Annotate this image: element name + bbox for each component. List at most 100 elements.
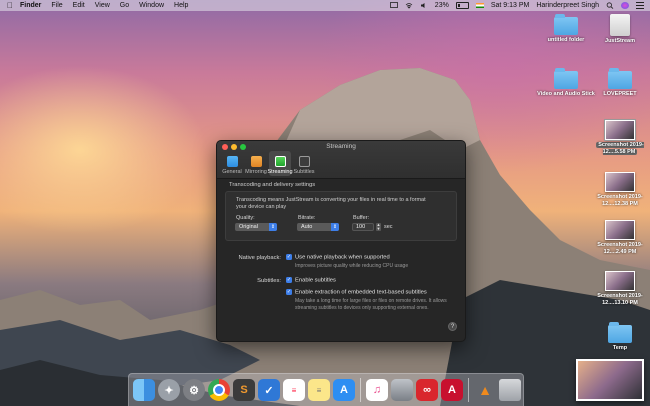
spotlight-icon[interactable] bbox=[606, 2, 614, 9]
desktop-icon-label: JustStream bbox=[605, 38, 635, 44]
desktop-icon-temp[interactable]: Temp bbox=[590, 322, 650, 352]
checkmark-icon[interactable]: ✓ bbox=[286, 254, 292, 260]
subtitles-icon bbox=[298, 156, 310, 167]
desktop-icon-label: Screenshot 2019-12....2.49 PM bbox=[597, 242, 643, 255]
tab-general[interactable]: General bbox=[221, 151, 243, 176]
dock-separator bbox=[360, 378, 361, 402]
desktop-icon-label: Screenshot 2019-12....5.58 PM bbox=[596, 142, 644, 155]
quality-label: Quality: bbox=[236, 215, 255, 221]
subtitles-label: Subtitles: bbox=[257, 278, 281, 284]
battery-percent: 23% bbox=[434, 2, 449, 9]
chevron-updown-icon: ⇕ bbox=[269, 223, 277, 231]
dock-app-store-icon[interactable]: A bbox=[333, 379, 355, 401]
screenshot-preview-thumbnail[interactable] bbox=[576, 359, 644, 401]
desktop-icon-screenshot-4[interactable]: Screenshot 2019-12....13.10 PM bbox=[590, 271, 650, 306]
buffer-stepper[interactable]: ▲ ▼ bbox=[376, 223, 381, 231]
desktop-icon-label: untitled folder bbox=[547, 37, 585, 43]
menu-edit[interactable]: Edit bbox=[73, 2, 85, 9]
transcoding-section-title: Transcoding and delivery settings bbox=[229, 182, 316, 188]
dock-separator bbox=[468, 378, 469, 402]
window-titlebar[interactable]: Streaming General Mirroring Streaming Su… bbox=[217, 141, 465, 179]
quality-value: Original bbox=[239, 224, 258, 230]
mirroring-icon bbox=[250, 156, 262, 167]
enable-subtitles-option[interactable]: ✓ Enable subtitles bbox=[286, 277, 336, 284]
bitrate-value: Auto bbox=[301, 224, 313, 230]
desktop-icon-screenshot-1[interactable]: Screenshot 2019-12....5.58 PM bbox=[590, 119, 650, 155]
desktop-icon-label: LOVEPREET bbox=[603, 91, 637, 97]
buffer-label: Buffer: bbox=[353, 215, 370, 221]
window-title: Streaming bbox=[326, 143, 356, 150]
dock-finder-icon[interactable] bbox=[133, 379, 155, 401]
desktop-icon-label: Video and Audio Stick bbox=[537, 91, 595, 97]
menu-view[interactable]: View bbox=[95, 2, 110, 9]
native-playback-label: Native playback: bbox=[238, 255, 281, 261]
notification-center-icon[interactable] bbox=[636, 2, 644, 9]
general-icon bbox=[226, 156, 238, 167]
apple-menu-icon[interactable]:  bbox=[6, 1, 14, 10]
checkmark-icon[interactable]: ✓ bbox=[286, 277, 292, 283]
dock: ✦ ⚙ S ✓ ≡ ≡ A ♫ ∞ A ▲ bbox=[128, 373, 524, 406]
help-button[interactable]: ? bbox=[448, 322, 457, 331]
desktop-icon-video-audio-stick[interactable]: Video and Audio Stick bbox=[536, 68, 596, 98]
menu-app-name[interactable]: Finder bbox=[20, 2, 41, 9]
menu-file[interactable]: File bbox=[51, 2, 62, 9]
extract-embedded-subtitles-option[interactable]: ✓ Enable extraction of embedded text-base… bbox=[286, 289, 427, 296]
folder-icon bbox=[554, 14, 578, 35]
desktop-icon-label: Screenshot 2019-12....13.10 PM bbox=[597, 293, 643, 306]
dock-chrome-icon[interactable] bbox=[208, 379, 230, 401]
dock-vlc-icon[interactable]: ▲ bbox=[474, 379, 496, 401]
streaming-icon bbox=[274, 156, 286, 167]
desktop-icon-untitled-folder[interactable]: untitled folder bbox=[536, 14, 596, 44]
tab-streaming[interactable]: Streaming bbox=[267, 151, 293, 176]
dock-sublime-text-icon[interactable]: S bbox=[233, 379, 255, 401]
desktop-icon-screenshot-2[interactable]: Screenshot 2019-12....12.38 PM bbox=[590, 172, 650, 207]
battery-icon[interactable] bbox=[455, 2, 469, 9]
chevron-updown-icon: ⇕ bbox=[331, 223, 339, 231]
dock-acrobat-icon[interactable]: A bbox=[441, 379, 463, 401]
menubar-clock[interactable]: Sat 9:13 PM bbox=[491, 2, 530, 9]
transcoding-settings-box: Transcoding means JustStream is converti… bbox=[225, 191, 457, 241]
wifi-icon[interactable] bbox=[405, 2, 413, 9]
enable-subtitles-text: Enable subtitles bbox=[295, 277, 336, 284]
dock-system-preferences-icon[interactable]: ⚙ bbox=[183, 379, 205, 401]
checkmark-icon[interactable]: ✓ bbox=[286, 289, 292, 295]
bitrate-select[interactable]: Auto ⇕ bbox=[297, 223, 339, 231]
flag-icon[interactable] bbox=[475, 3, 484, 8]
native-playback-option[interactable]: ✓ Use native playback when supported bbox=[286, 254, 390, 261]
desktop-icon-screenshot-3[interactable]: Screenshot 2019-12....2.49 PM bbox=[590, 220, 650, 255]
menubar-user[interactable]: Harinderpreet Singh bbox=[536, 2, 599, 9]
dock-trash-icon[interactable] bbox=[499, 379, 521, 401]
buffer-unit: sec bbox=[384, 224, 393, 230]
dock-launchpad-icon[interactable]: ✦ bbox=[158, 379, 180, 401]
dock-itunes-icon[interactable]: ♫ bbox=[366, 379, 388, 401]
preferences-tabs: General Mirroring Streaming Subtitles bbox=[221, 151, 315, 176]
quality-select[interactable]: Original ⇕ bbox=[235, 223, 277, 231]
menu-extras: 23% Sat 9:13 PM Harinderpreet Singh bbox=[389, 0, 644, 11]
tab-label: Streaming bbox=[267, 169, 293, 175]
streaming-preferences-window: Streaming General Mirroring Streaming Su… bbox=[216, 140, 466, 342]
dock-creative-cloud-icon[interactable]: ∞ bbox=[416, 379, 438, 401]
native-playback-text: Use native playback when supported bbox=[295, 254, 390, 261]
dock-wunderlist-icon[interactable]: ✓ bbox=[258, 379, 280, 401]
tab-mirroring[interactable]: Mirroring bbox=[245, 151, 267, 176]
folder-icon bbox=[608, 68, 632, 89]
transcoding-description: Transcoding means JustStream is converti… bbox=[236, 197, 426, 210]
menu-window[interactable]: Window bbox=[139, 2, 164, 9]
siri-icon[interactable] bbox=[621, 2, 629, 9]
folder-icon bbox=[554, 68, 578, 89]
folder-icon bbox=[608, 322, 632, 343]
screen-mirroring-icon[interactable] bbox=[389, 2, 398, 9]
menu-help[interactable]: Help bbox=[174, 2, 188, 9]
subtitles-hint: May take a long time for large files or … bbox=[295, 298, 447, 311]
screenshot-thumbnail-icon bbox=[605, 172, 635, 192]
drive-icon bbox=[610, 14, 630, 36]
dock-image-capture-icon[interactable] bbox=[391, 379, 413, 401]
volume-icon[interactable] bbox=[420, 2, 428, 9]
dock-notes-icon[interactable]: ≡ bbox=[308, 379, 330, 401]
desktop-icon-juststream-drive[interactable]: JustStream bbox=[590, 14, 650, 45]
dock-reminders-icon[interactable]: ≡ bbox=[283, 379, 305, 401]
tab-subtitles[interactable]: Subtitles bbox=[293, 151, 315, 176]
desktop-icon-lovepreet[interactable]: LOVEPREET bbox=[590, 68, 650, 98]
buffer-input[interactable]: 100 bbox=[352, 223, 374, 231]
menu-go[interactable]: Go bbox=[120, 2, 129, 9]
